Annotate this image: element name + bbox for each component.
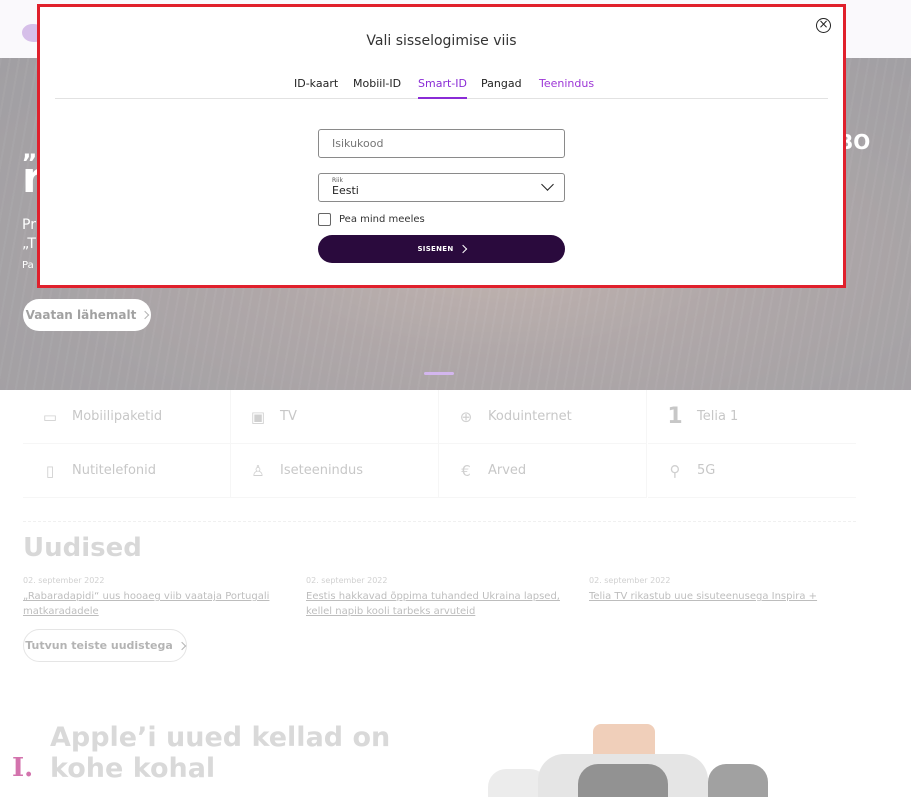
- country-label: Riik: [332, 177, 343, 184]
- country-select[interactable]: Riik Eesti: [318, 173, 565, 202]
- smart-id-form: Riik Eesti Pea mind meeles SISENEN: [318, 129, 565, 263]
- tab-pangad[interactable]: Pangad: [481, 77, 522, 99]
- tab-smart-id[interactable]: Smart-ID: [418, 77, 467, 99]
- id-code-input[interactable]: [318, 129, 565, 158]
- tab-teenindus[interactable]: Teenindus: [539, 77, 594, 99]
- remember-me-row: Pea mind meeles: [318, 213, 565, 226]
- submit-button[interactable]: SISENEN: [318, 235, 565, 263]
- login-modal: Vali sisselogimise viis × ID-kaart Mobii…: [37, 4, 846, 288]
- country-value: Eesti: [332, 184, 359, 197]
- chevron-down-icon: [541, 178, 554, 191]
- tab-id-kaart[interactable]: ID-kaart: [294, 77, 338, 99]
- submit-label: SISENEN: [417, 245, 454, 253]
- login-method-tabs: ID-kaart Mobiil-ID Smart-ID Pangad Teeni…: [55, 77, 828, 99]
- modal-title: Vali sisselogimise viis: [366, 33, 517, 49]
- close-icon[interactable]: ×: [816, 18, 831, 33]
- remember-me-checkbox[interactable]: [318, 213, 331, 226]
- remember-me-label[interactable]: Pea mind meeles: [339, 214, 425, 225]
- tab-mobiil-id[interactable]: Mobiil-ID: [353, 77, 401, 99]
- chevron-right-icon: [458, 244, 467, 254]
